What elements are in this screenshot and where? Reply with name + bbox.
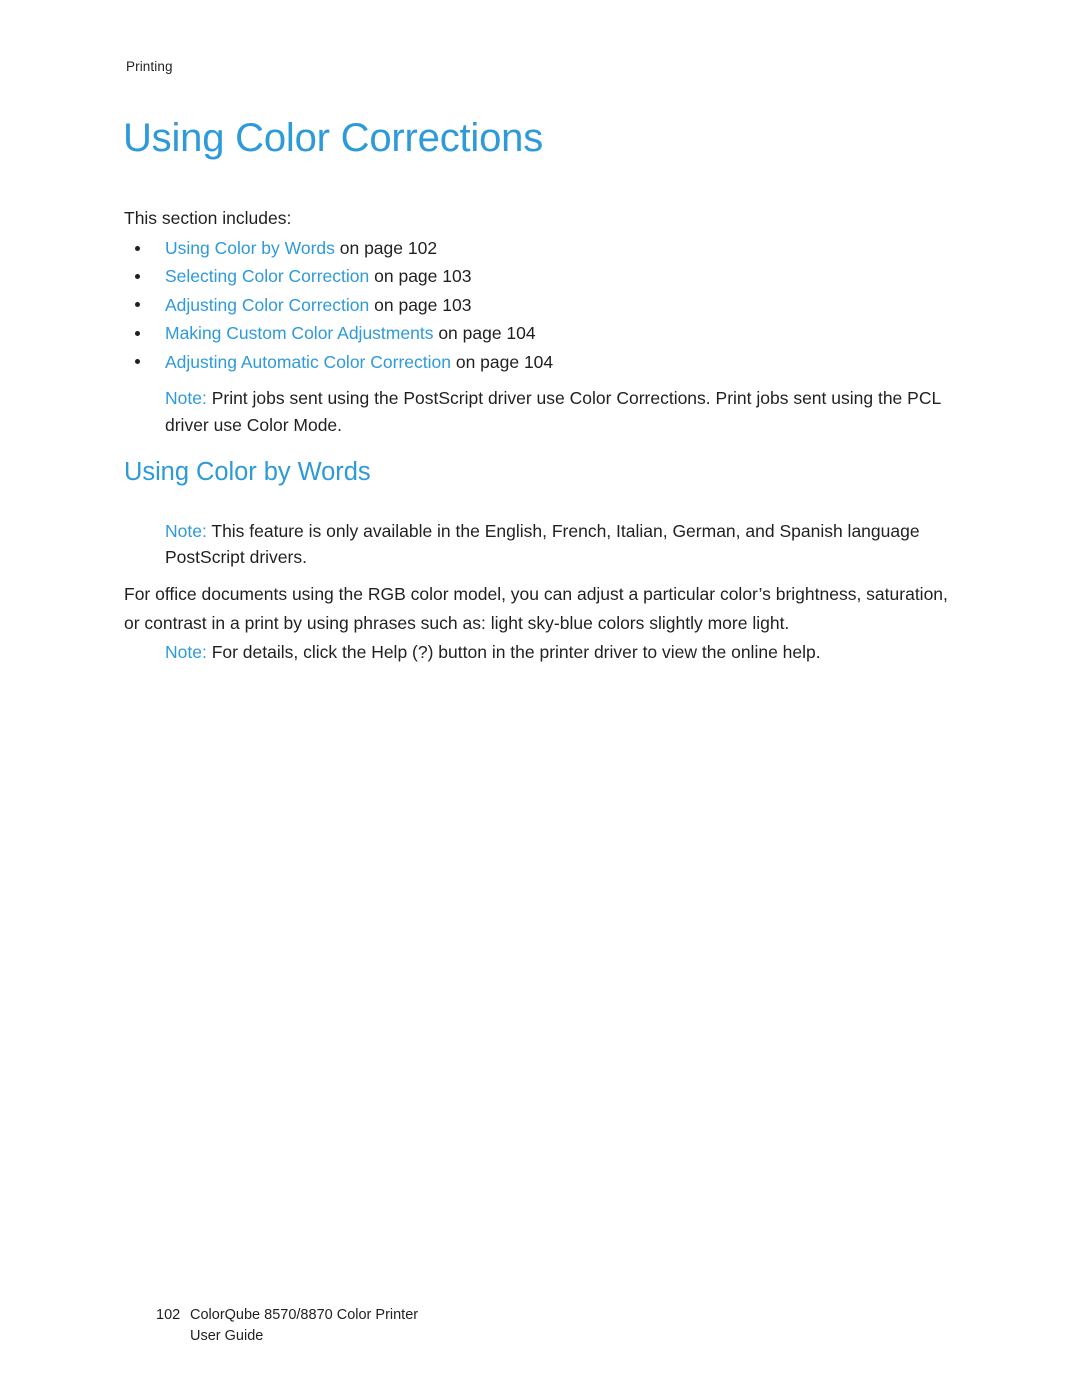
toc-link[interactable]: Using Color by Words <box>165 238 335 258</box>
note-callout: Note: Print jobs sent using the PostScri… <box>165 385 954 438</box>
bullet-icon <box>135 359 140 365</box>
note-callout: Note: For details, click the Help (?) bu… <box>165 639 965 666</box>
toc-page-ref: on page 103 <box>369 266 472 287</box>
body-paragraph: For office documents using the RGB color… <box>124 583 948 633</box>
section-heading: Using Color by Words <box>124 458 371 486</box>
list-item[interactable]: Selecting Color Correction on page 103 <box>124 262 954 290</box>
running-header: Printing <box>126 59 173 74</box>
toc-page-ref: on page 102 <box>334 238 438 258</box>
bullet-icon <box>135 302 140 308</box>
toc-page-ref: on page 104 <box>450 351 554 372</box>
section-includes-list: Using Color by Words on page 102 Selecti… <box>124 234 954 376</box>
list-item[interactable]: Making Custom Color Adjustments on page … <box>124 319 954 347</box>
page-title: Using Color Corrections <box>123 116 543 160</box>
help-question-mark: ? <box>417 641 428 662</box>
footer-doc-title: ColorQube 8570/8870 Color Printer <box>190 1307 419 1323</box>
toc-page-ref: on page 104 <box>433 323 536 344</box>
bullet-icon <box>135 330 140 336</box>
note-label: Note: <box>165 388 207 409</box>
note-text: This feature is only available in the En… <box>165 520 920 568</box>
note-text: Print jobs sent using the PostScript dri… <box>165 388 941 435</box>
intro-line: This section includes: <box>124 208 292 228</box>
list-item[interactable]: Adjusting Color Correction on page 103 <box>124 291 954 319</box>
document-page: Printing Using Color Corrections This se… <box>0 0 1080 1397</box>
bullet-icon <box>135 273 140 279</box>
toc-link[interactable]: Adjusting Automatic Color Correction <box>165 352 451 372</box>
toc-link[interactable]: Making Custom Color Adjustments <box>165 323 433 343</box>
footer-doc-subtitle: User Guide <box>190 1328 264 1344</box>
list-item[interactable]: Adjusting Automatic Color Correction on … <box>124 348 954 376</box>
footer-page-number: 102 <box>156 1307 181 1323</box>
note-callout: Note: This feature is only available in … <box>165 518 965 571</box>
note-text-prefix: For details, click the Help ( <box>206 641 418 662</box>
toc-link[interactable]: Selecting Color Correction <box>165 266 369 286</box>
toc-page-ref: on page 103 <box>369 294 472 315</box>
footer-document-info: ColorQube 8570/8870 Color Printer User G… <box>190 1305 418 1347</box>
list-item[interactable]: Using Color by Words on page 102 <box>124 234 954 262</box>
toc-link[interactable]: Adjusting Color Correction <box>165 295 369 315</box>
note-label: Note: <box>165 520 207 541</box>
note-label: Note: <box>165 641 207 662</box>
section-contents: This section includes: Using Color by Wo… <box>124 204 954 438</box>
note-text-suffix: ) button in the printer driver to view t… <box>427 641 821 662</box>
page-footer: 102 ColorQube 8570/8870 Color Printer Us… <box>156 1305 418 1347</box>
bullet-icon <box>135 245 140 251</box>
